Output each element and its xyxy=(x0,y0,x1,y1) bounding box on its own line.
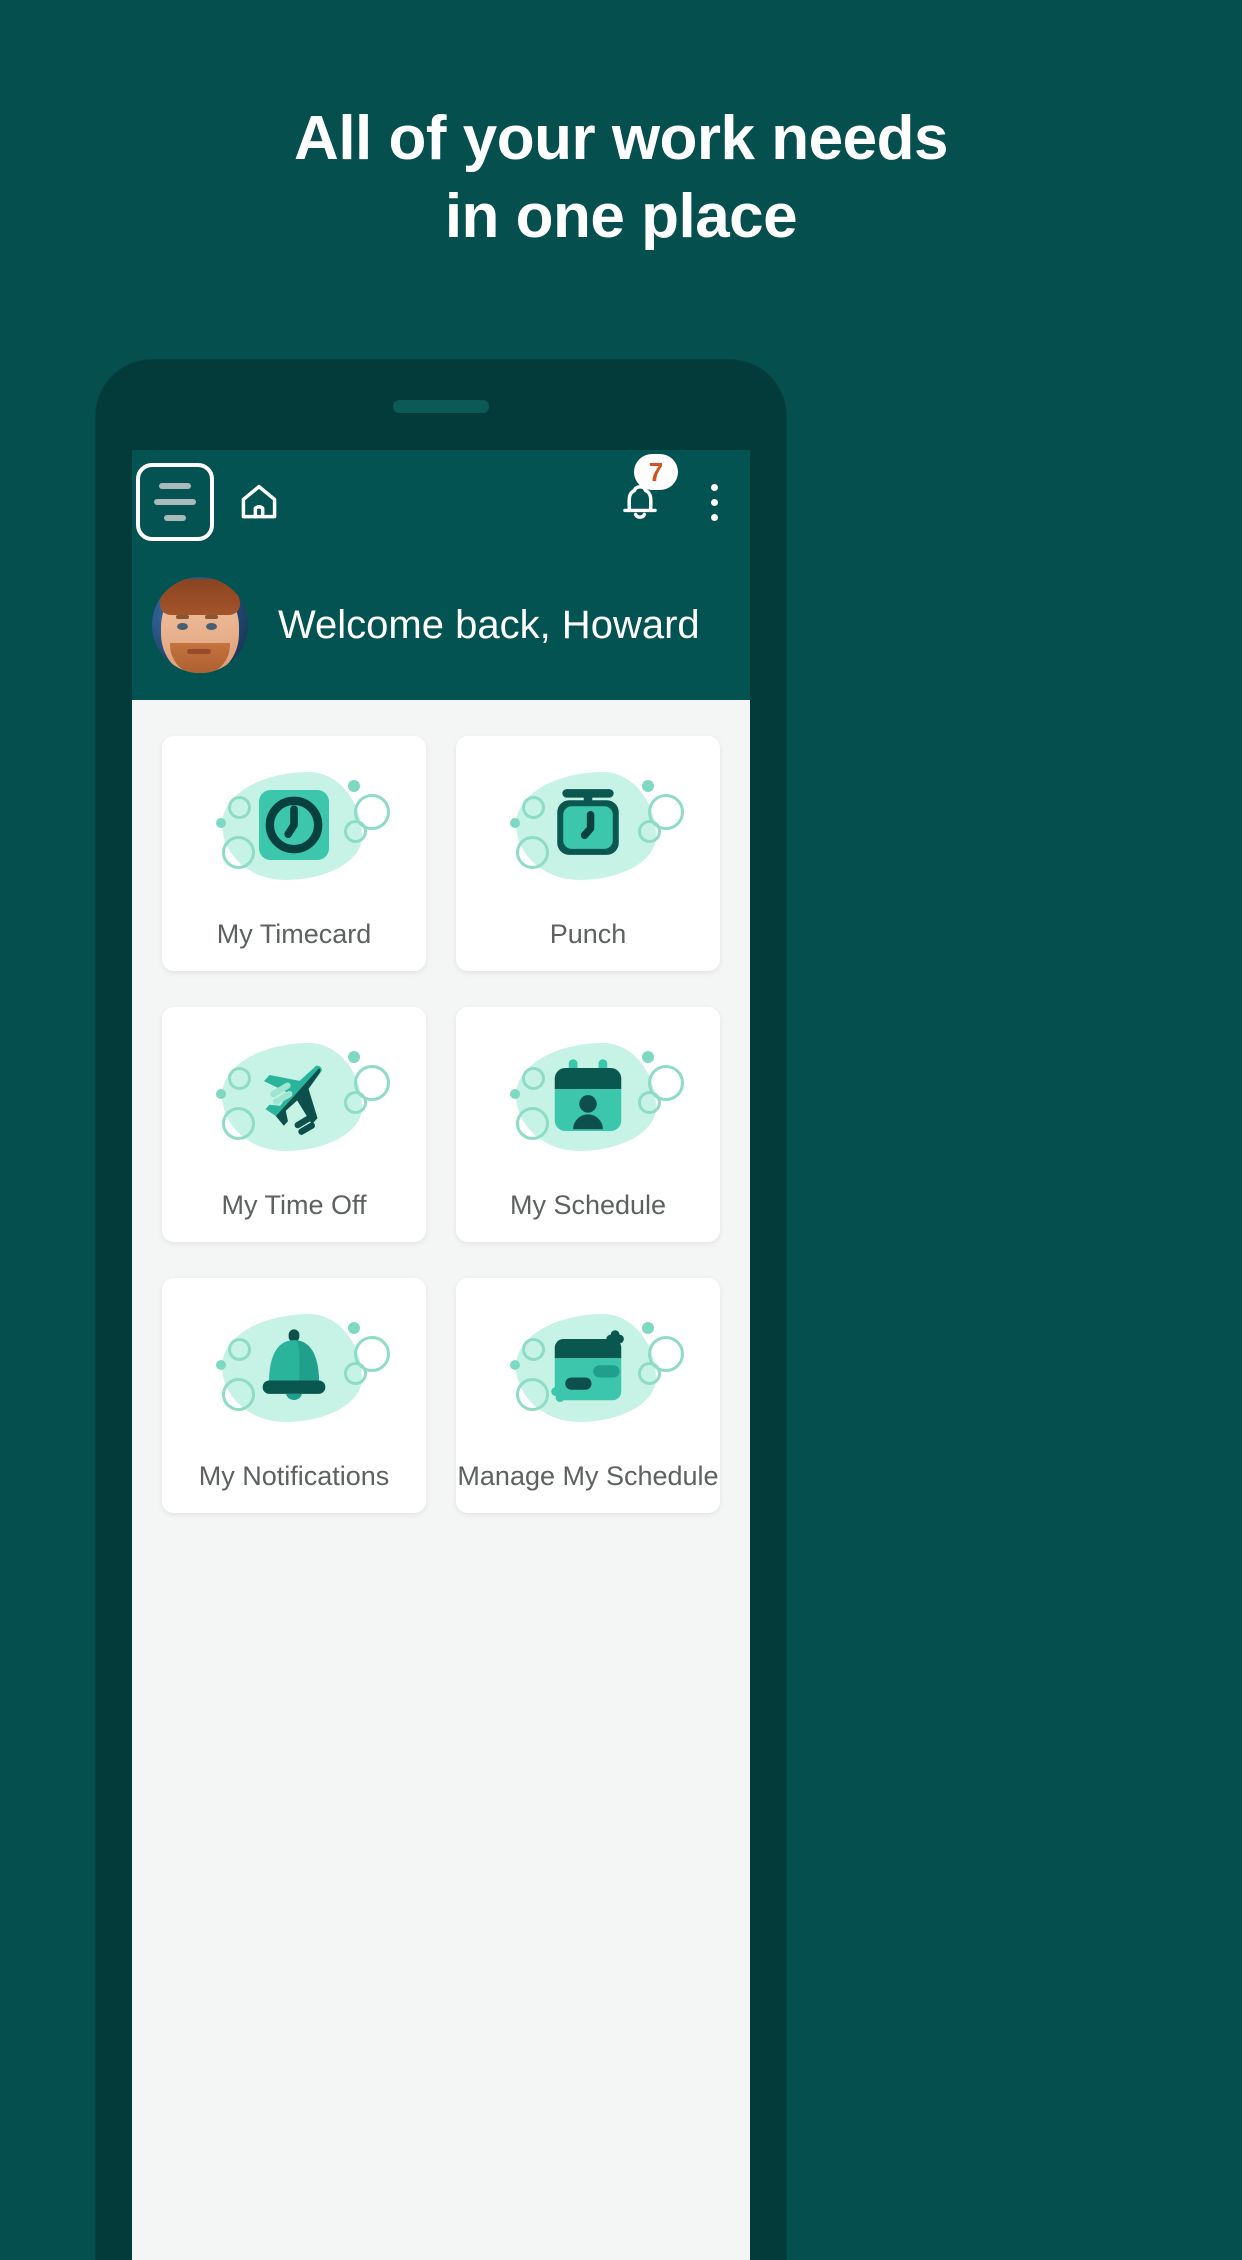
card-artwork xyxy=(488,758,688,893)
decorative-bubble xyxy=(642,1321,654,1334)
decorative-bubble xyxy=(228,795,251,819)
decorative-bubble xyxy=(638,1361,661,1385)
card-label: My Timecard xyxy=(216,918,372,949)
card-my-time-off[interactable]: My Time Off xyxy=(162,1007,426,1242)
decorative-bubble xyxy=(522,795,545,819)
decorative-bubble xyxy=(510,1088,520,1099)
avatar-brow-left xyxy=(176,615,189,619)
decorative-bubble xyxy=(522,1066,545,1090)
hero-line-1: All of your work needs xyxy=(294,104,948,173)
card-my-schedule[interactable]: My Schedule xyxy=(456,1007,720,1242)
welcome-row: Welcome back, Howard xyxy=(132,560,750,690)
card-label: My Time Off xyxy=(221,1189,367,1220)
card-my-notifications[interactable]: My Notifications xyxy=(162,1278,426,1513)
card-label: My Schedule xyxy=(509,1189,667,1220)
welcome-greeting: Welcome back, Howard xyxy=(278,602,700,647)
app-bar-top-row: 7 xyxy=(132,450,750,554)
decorative-bubble xyxy=(222,835,255,869)
hero-headline: All of your work needs in one place xyxy=(0,100,1242,255)
bell-icon xyxy=(262,1329,326,1400)
decorative-bubble xyxy=(516,835,549,869)
avatar[interactable] xyxy=(152,577,248,673)
decorative-bubble xyxy=(522,1337,545,1361)
kebab-dot-3 xyxy=(710,513,718,521)
decorative-bubble xyxy=(228,1337,251,1361)
airplane-icon xyxy=(264,1065,322,1135)
avatar-mouth xyxy=(187,649,211,654)
card-artwork xyxy=(194,1029,394,1164)
home-icon[interactable] xyxy=(236,479,282,525)
card-artwork xyxy=(194,1300,394,1435)
decorative-bubble xyxy=(216,817,226,828)
decorative-bubble xyxy=(642,1050,654,1063)
phone-mockup: 7 Welcome back, Howard My Timecard Punch… xyxy=(96,360,786,2260)
decorative-bubble xyxy=(216,1359,226,1370)
decorative-bubble xyxy=(638,1090,661,1114)
decorative-bubble xyxy=(510,1359,520,1370)
avatar-eye-right xyxy=(206,623,217,630)
notification-count-badge: 7 xyxy=(634,454,678,490)
card-label: Punch xyxy=(549,918,627,949)
avatar-eye-left xyxy=(177,623,188,630)
decorative-bubble xyxy=(344,819,367,843)
decorative-bubble xyxy=(516,1106,549,1140)
card-punch[interactable]: Punch xyxy=(456,736,720,971)
punch-clock-icon xyxy=(557,789,619,855)
clock-square-icon xyxy=(259,790,329,860)
card-artwork xyxy=(488,1029,688,1164)
notifications-bell-button[interactable]: 7 xyxy=(610,454,678,532)
decorative-bubble xyxy=(216,1088,226,1099)
menu-line-3 xyxy=(164,515,186,521)
card-artwork xyxy=(194,758,394,893)
decorative-bubble xyxy=(510,817,520,828)
card-label: Manage My Schedule xyxy=(457,1460,719,1491)
decorative-bubble xyxy=(344,1090,367,1114)
decorative-bubble xyxy=(348,1050,360,1063)
kebab-menu-icon[interactable] xyxy=(692,475,736,529)
calendar-person-icon xyxy=(554,1059,622,1131)
card-manage-my-schedule[interactable]: Manage My Schedule xyxy=(456,1278,720,1513)
kebab-dot-2 xyxy=(710,498,718,506)
decorative-bubble xyxy=(516,1377,549,1411)
avatar-brow-right xyxy=(205,615,218,619)
decorative-bubble xyxy=(638,819,661,843)
app-bar: 7 Welcome back, Howard xyxy=(132,450,750,700)
hero-line-2: in one place xyxy=(444,181,798,251)
decorative-bubble xyxy=(228,1066,251,1090)
decorative-bubble xyxy=(348,1321,360,1334)
decorative-bubble xyxy=(642,779,654,792)
calendar-manage-icon xyxy=(551,1330,624,1402)
card-my-timecard[interactable]: My Timecard xyxy=(162,736,426,971)
kebab-dot-1 xyxy=(710,483,718,491)
decorative-bubble xyxy=(344,1361,367,1385)
hamburger-menu-icon[interactable] xyxy=(136,463,214,541)
phone-speaker-grille xyxy=(393,400,489,413)
card-artwork xyxy=(488,1300,688,1435)
card-label: My Notifications xyxy=(198,1460,390,1491)
menu-line-2 xyxy=(154,499,196,505)
decorative-bubble xyxy=(348,779,360,792)
avatar-hair xyxy=(160,579,240,615)
quick-action-grid: My Timecard Punch My Time Off My Schedul… xyxy=(132,700,750,1513)
menu-line-1 xyxy=(159,483,191,489)
app-screen: 7 Welcome back, Howard My Timecard Punch… xyxy=(132,450,750,2260)
